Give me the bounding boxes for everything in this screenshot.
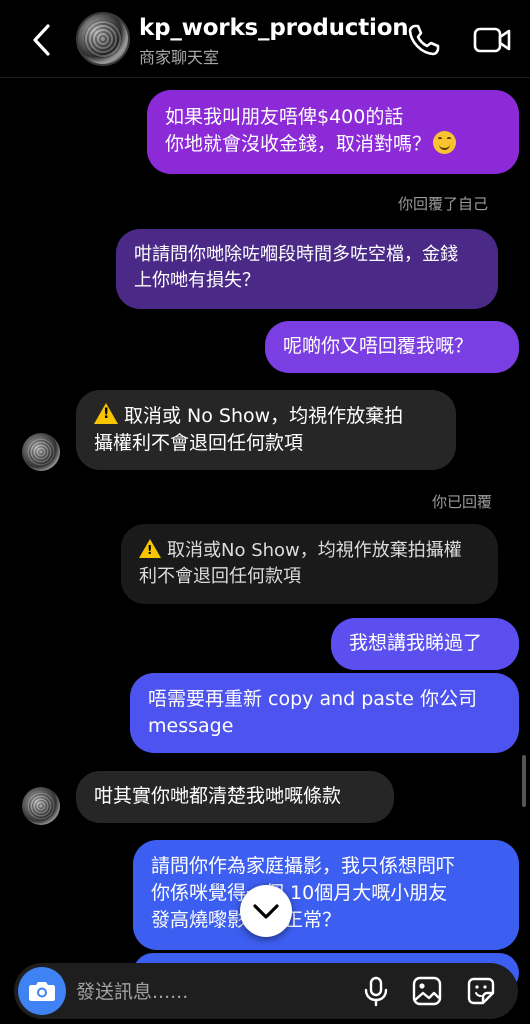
chevron-down-icon xyxy=(253,904,279,919)
message-line: 如果我叫朋友唔俾$400的話 xyxy=(165,106,404,128)
message-line-with-icon: 取消或No Show，均視作放棄拍攝權 xyxy=(139,538,480,564)
message-text: 我想講我睇過了 xyxy=(349,632,483,654)
outgoing-message[interactable]: 呢啲你又唔回覆我嘅？ xyxy=(265,321,519,373)
scroll-to-bottom-button[interactable] xyxy=(240,885,292,937)
reply-meta: 你回覆了自己 xyxy=(398,195,489,213)
message-line: 上你哋有損失？ xyxy=(134,270,260,291)
message-text: 咁其實你哋都清楚我哋嘅條款 xyxy=(94,785,342,807)
message-line-with-icon: 取消或 No Show，均視作放棄拍 xyxy=(94,403,438,430)
chat-subtitle: 商家聊天室 xyxy=(139,48,220,67)
smile-emoji-icon xyxy=(433,131,457,154)
message-line: 攝權利不會退回任何款項 xyxy=(94,432,304,454)
message-line: message xyxy=(148,715,234,737)
incoming-message[interactable]: 咁其實你哋都清楚我哋嘅條款 xyxy=(76,771,394,823)
camera-icon xyxy=(29,982,55,1001)
reply-meta: 你已回覆 xyxy=(432,493,493,511)
warning-icon xyxy=(139,539,161,558)
video-camera-icon[interactable] xyxy=(472,24,512,56)
message-line: 唔需要再重新 copy and paste 你公司 xyxy=(148,688,478,710)
camera-button[interactable] xyxy=(18,967,66,1015)
message-line: 取消或 No Show，均視作放棄拍 xyxy=(124,405,404,427)
back-chevron-icon[interactable] xyxy=(26,20,58,60)
message-input[interactable]: 發送訊息...... xyxy=(76,977,188,1004)
message-line: 你係咪覺得一個 10個月大嘅小朋友 xyxy=(151,882,448,904)
chat-header: kp_works_production 商家聊天室 xyxy=(0,0,530,78)
message-line: 利不會退回任何款項 xyxy=(139,566,301,587)
message-text: 呢啲你又唔回覆我嘅？ xyxy=(283,335,474,357)
quoted-message[interactable]: 取消或No Show，均視作放棄拍攝權 利不會退回任何款項 xyxy=(121,524,498,604)
header-avatar[interactable] xyxy=(76,12,130,66)
message-line: 取消或No Show，均視作放棄拍攝權 xyxy=(167,540,462,561)
chat-username[interactable]: kp_works_production xyxy=(139,15,409,41)
sender-avatar[interactable] xyxy=(22,787,60,825)
message-line: 發高燒嚟影係咪正常？ xyxy=(151,907,501,934)
message-line-with-emoji: 你地就會沒收金錢，取消對嗎？ xyxy=(165,131,501,158)
message-line: 你地就會沒收金錢，取消對嗎？ xyxy=(165,133,432,155)
sender-avatar[interactable] xyxy=(22,433,60,471)
scrollbar[interactable] xyxy=(522,755,526,807)
message-line: 咁請問你哋除咗嗰段時間多咗空檔，金錢 xyxy=(134,244,458,265)
image-icon[interactable] xyxy=(411,975,443,1007)
phone-icon[interactable] xyxy=(406,22,442,58)
sticker-icon[interactable] xyxy=(465,975,497,1007)
outgoing-message[interactable]: 如果我叫朋友唔俾$400的話 你地就會沒收金錢，取消對嗎？ xyxy=(147,90,519,174)
incoming-message[interactable]: 取消或 No Show，均視作放棄拍 攝權利不會退回任何款項 xyxy=(76,390,456,470)
replied-message[interactable]: 咁請問你哋除咗嗰段時間多咗空檔，金錢 上你哋有損失？ xyxy=(116,229,498,309)
microphone-icon[interactable] xyxy=(360,975,392,1007)
warning-icon xyxy=(94,403,118,424)
outgoing-message[interactable]: 請問你作為家庭攝影，我只係想問吓 你係咪覺得一個 10個月大嘅小朋友 發高燒嚟影… xyxy=(133,840,519,950)
outgoing-message[interactable]: 我想講我睇過了 xyxy=(331,618,519,670)
outgoing-message[interactable]: 唔需要再重新 copy and paste 你公司 message xyxy=(130,673,519,753)
message-composer: 發送訊息...... xyxy=(14,963,518,1019)
message-line: 請問你作為家庭攝影，我只係想問吓 xyxy=(151,855,456,877)
